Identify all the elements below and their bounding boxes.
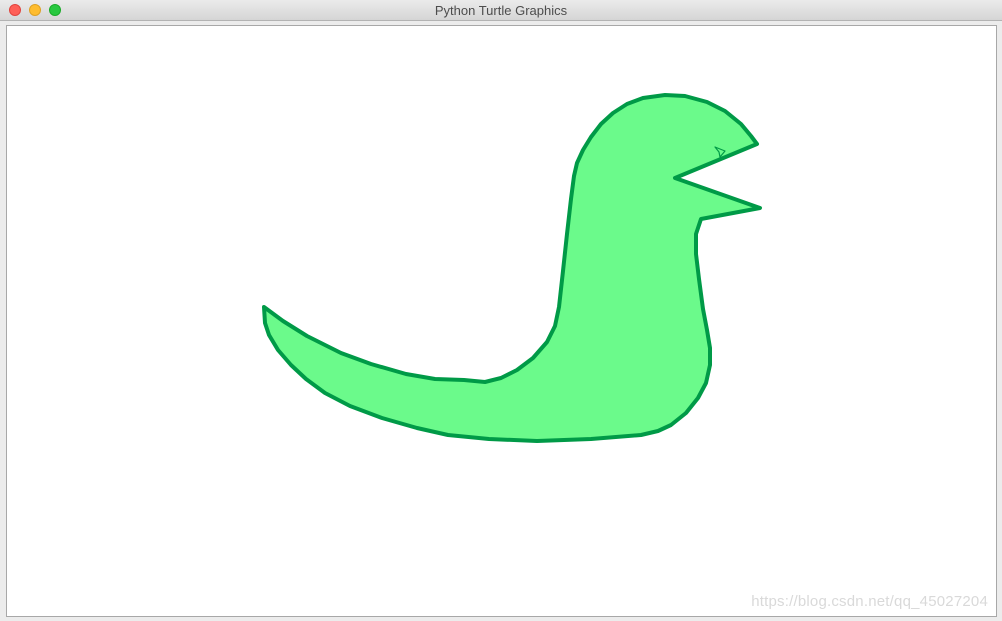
dino-shape bbox=[262, 93, 762, 443]
drawing-surface bbox=[262, 93, 762, 443]
title-bar[interactable]: Python Turtle Graphics bbox=[0, 0, 1002, 21]
turtle-canvas[interactable]: https://blog.csdn.net/qq_45027204 bbox=[6, 25, 997, 617]
turtle-window: Python Turtle Graphics https://blog.csdn… bbox=[0, 0, 1002, 621]
watermark: https://blog.csdn.net/qq_45027204 bbox=[751, 593, 988, 610]
window-title: Python Turtle Graphics bbox=[434, 3, 568, 18]
